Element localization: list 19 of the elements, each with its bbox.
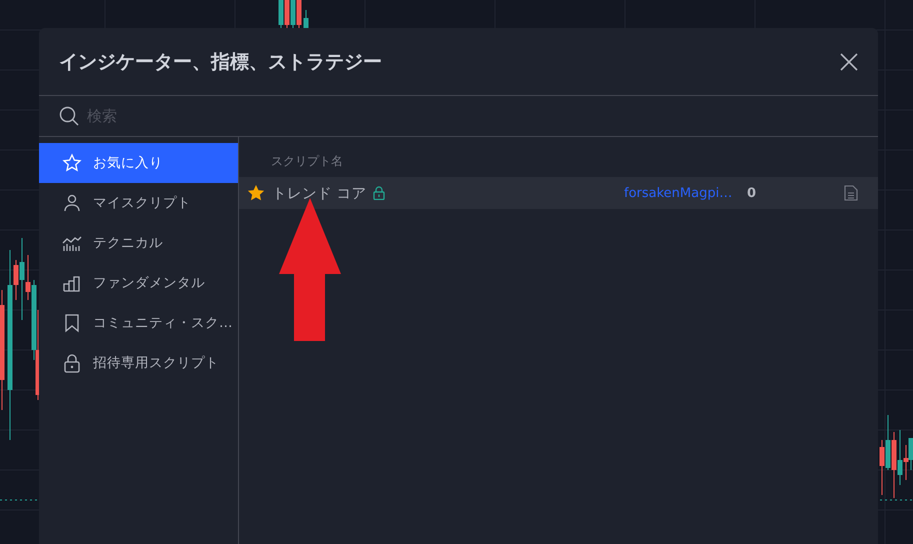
lock-icon	[62, 353, 82, 373]
star-icon[interactable]	[248, 185, 264, 201]
sidebar-item[interactable]: お気に入り	[39, 143, 238, 183]
likes-count: 0	[747, 186, 758, 200]
person-icon	[62, 193, 82, 213]
close-icon[interactable]	[840, 52, 858, 70]
search-icon	[59, 106, 79, 126]
star-icon	[62, 153, 82, 173]
document-icon[interactable]	[844, 185, 858, 201]
sidebar-item[interactable]: 招待専用スクリプト	[39, 343, 238, 383]
sidebar-item[interactable]: ファンダメンタル	[39, 263, 238, 303]
script-name: トレンド コア	[272, 184, 367, 202]
sidebar-item[interactable]: テクニカル	[39, 223, 238, 263]
script-row[interactable]: トレンド コア forsakenMagpi… 0	[239, 177, 878, 209]
column-header: スクリプト名	[270, 153, 344, 170]
dialog-title: インジケーター、指標、ストラテジー	[59, 50, 382, 74]
candle	[304, 10, 308, 30]
sidebar-item[interactable]: コミュニティ・スク…	[39, 303, 238, 343]
sidebar-item[interactable]: マイスクリプト	[39, 183, 238, 223]
